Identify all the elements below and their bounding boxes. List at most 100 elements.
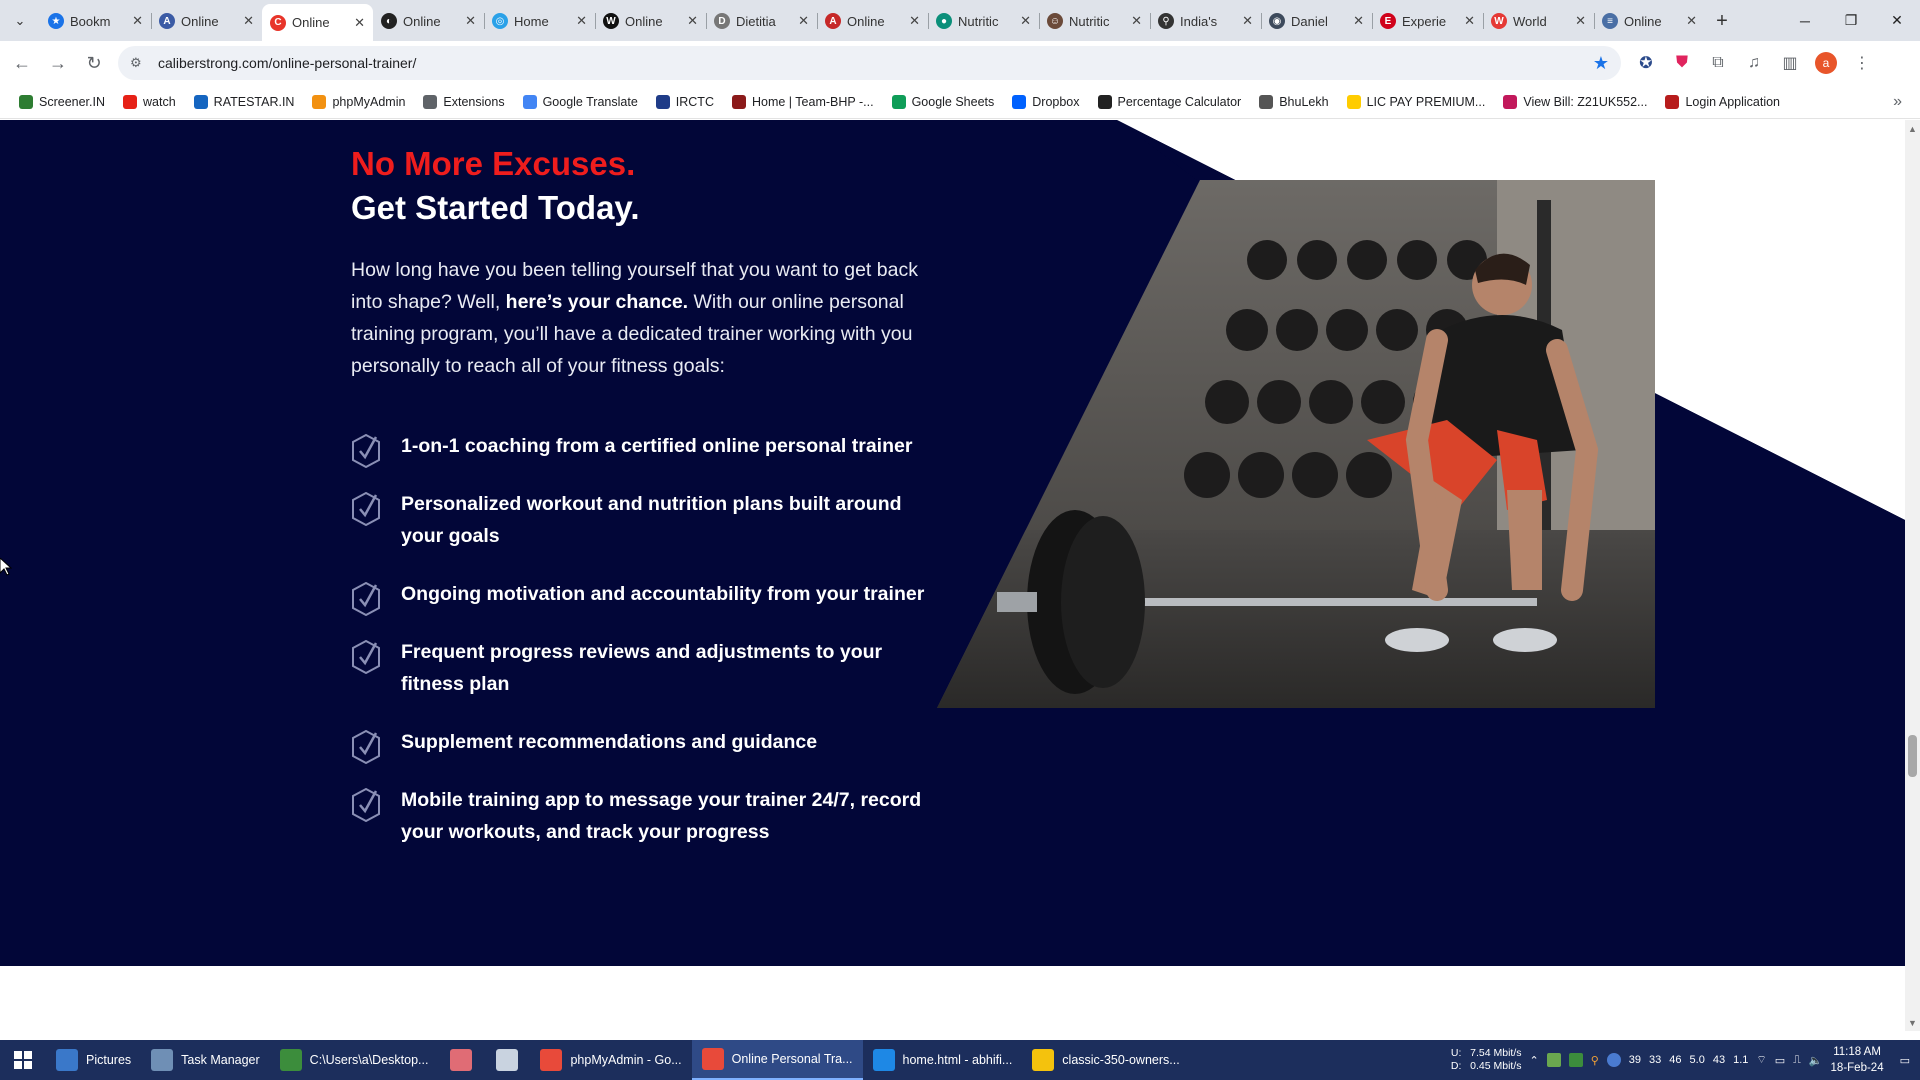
tab-close-icon[interactable]: ✕ — [687, 13, 698, 29]
bookmark-favicon-icon — [19, 94, 33, 109]
browser-tab[interactable]: W Online ✕ — [595, 4, 706, 38]
site-info-icon[interactable]: ⚙ — [130, 55, 152, 71]
headline-white: Get Started Today. — [351, 189, 640, 226]
tab-close-icon[interactable]: ✕ — [354, 15, 365, 31]
bookmark-item[interactable]: Home | Team-BHP -... — [723, 94, 883, 109]
restore-icon[interactable]: ❐ — [1828, 0, 1874, 41]
browser-tab[interactable]: W World ✕ — [1483, 4, 1594, 38]
bookmark-item[interactable]: Screener.IN — [10, 94, 114, 109]
browser-tab[interactable]: ◎ Home ✕ — [484, 4, 595, 38]
scroll-down-icon[interactable]: ▼ — [1905, 1014, 1920, 1031]
browser-tab[interactable]: ● Nutritic ✕ — [928, 4, 1039, 38]
notification-icon[interactable]: ▭ — [1900, 1054, 1910, 1067]
taskbar-app[interactable]: C:\Users\a\Desktop... — [270, 1040, 439, 1080]
tab-close-icon[interactable]: ✕ — [1020, 13, 1031, 29]
browser-tab[interactable]: ◉ Daniel ✕ — [1261, 4, 1372, 38]
tab-favicon-icon: E — [1380, 13, 1396, 29]
tab-close-icon[interactable]: ✕ — [1686, 13, 1697, 29]
tab-close-icon[interactable]: ✕ — [1242, 13, 1253, 29]
bookmark-favicon-icon — [312, 94, 327, 109]
windows-start-icon[interactable] — [0, 1040, 46, 1080]
bookmark-item[interactable]: Google Translate — [514, 94, 647, 109]
address-bar[interactable]: ⚙ caliberstrong.com/online-personal-trai… — [118, 46, 1621, 80]
browser-tab[interactable]: E Experie ✕ — [1372, 4, 1483, 38]
taskbar-app[interactable]: Pictures — [46, 1040, 141, 1080]
close-window-icon[interactable]: ✕ — [1874, 0, 1920, 41]
bookmark-item[interactable]: Percentage Calculator — [1089, 94, 1251, 109]
browser-tab[interactable]: C Online ✕ — [262, 4, 373, 41]
taskbar-app[interactable]: phpMyAdmin - Go... — [530, 1040, 691, 1080]
bookmark-item[interactable]: IRCTC — [647, 94, 723, 109]
tab-close-icon[interactable]: ✕ — [465, 13, 476, 29]
bookmark-item[interactable]: watch — [114, 94, 185, 109]
tab-search-icon[interactable]: ⌄ — [0, 0, 40, 41]
taskbar-app[interactable]: classic-350-owners... — [1022, 1040, 1189, 1080]
bookmark-item[interactable]: Google Sheets — [883, 94, 1004, 109]
browser-tab[interactable]: ◐ Online ✕ — [373, 4, 484, 38]
tray-app-icon[interactable] — [1546, 1053, 1561, 1067]
tab-close-icon[interactable]: ✕ — [132, 13, 143, 29]
bookmark-star-icon[interactable]: ★ — [1593, 53, 1609, 74]
bookmark-item[interactable]: phpMyAdmin — [303, 94, 414, 109]
media-icon[interactable]: ♫ — [1739, 48, 1769, 78]
bookmark-item[interactable]: Extensions — [414, 94, 513, 109]
more-bookmarks-icon[interactable]: » — [1893, 93, 1902, 111]
side-panel-icon[interactable]: ▥ — [1775, 48, 1805, 78]
bookmark-favicon-icon — [1259, 94, 1274, 109]
bookmark-item[interactable]: BhuLekh — [1250, 94, 1337, 109]
taskbar-app[interactable]: Task Manager — [141, 1040, 270, 1080]
url-text[interactable]: caliberstrong.com/online-personal-traine… — [158, 55, 1593, 71]
browser-tab[interactable]: ≡ Online ✕ — [1594, 4, 1705, 38]
browser-tab[interactable]: D Dietitia ✕ — [706, 4, 817, 38]
forward-icon[interactable]: → — [40, 45, 76, 81]
battery-icon[interactable]: ▭ — [1775, 1054, 1785, 1067]
scrollbar-thumb[interactable] — [1908, 735, 1917, 777]
reload-icon[interactable]: ↻ — [76, 45, 112, 81]
tab-close-icon[interactable]: ✕ — [1353, 13, 1364, 29]
bookmark-item[interactable]: Dropbox — [1003, 94, 1088, 109]
new-tab-button[interactable]: + — [1705, 4, 1739, 38]
tray-expand-icon[interactable]: ⌃ — [1530, 1054, 1539, 1067]
browser-tab[interactable]: A Online ✕ — [151, 4, 262, 38]
back-icon[interactable]: ← — [4, 45, 40, 81]
search-icon[interactable]: ⚲ — [1591, 1054, 1599, 1067]
globe-icon[interactable] — [1606, 1053, 1621, 1067]
bookmark-item[interactable]: LIC PAY PREMIUM... — [1338, 94, 1495, 109]
puzzle-icon[interactable]: ⧉ — [1703, 48, 1733, 78]
bookmark-item[interactable]: RATESTAR.IN — [185, 94, 304, 109]
browser-tab[interactable]: A Online ✕ — [817, 4, 928, 38]
menu-icon[interactable]: ⋮ — [1847, 48, 1877, 78]
tab-list: ★ Bookm ✕ A Online ✕ C Online ✕ ◐ Online ✕ ◎ Home ✕ W On… — [40, 4, 1705, 41]
tab-close-icon[interactable]: ✕ — [1131, 13, 1142, 29]
browser-tab[interactable]: ★ Bookm ✕ — [40, 4, 151, 38]
scroll-up-icon[interactable]: ▲ — [1905, 120, 1920, 137]
browser-tab[interactable]: ☺ Nutritic ✕ — [1039, 4, 1150, 38]
tab-close-icon[interactable]: ✕ — [909, 13, 920, 29]
profile-avatar[interactable]: a — [1811, 48, 1841, 78]
tray-app-icon[interactable] — [1568, 1053, 1583, 1067]
clock[interactable]: 11:18 AM 18-Feb-24 — [1831, 1044, 1884, 1076]
wifi-icon[interactable]: ⌔ — [1756, 1053, 1766, 1067]
tray-number: 1.1 — [1733, 1054, 1749, 1066]
bookmark-item[interactable]: Login Application — [1656, 94, 1789, 109]
taskbar-app[interactable] — [438, 1040, 484, 1080]
page-scrollbar[interactable]: ▲ ▼ — [1905, 120, 1920, 1031]
tab-close-icon[interactable]: ✕ — [798, 13, 809, 29]
shield-icon[interactable]: ⛊ — [1667, 48, 1697, 78]
tab-favicon-icon: W — [1491, 13, 1507, 29]
taskbar-app[interactable] — [484, 1040, 530, 1080]
tab-close-icon[interactable]: ✕ — [576, 13, 587, 29]
bookmark-label: IRCTC — [675, 94, 714, 109]
tab-close-icon[interactable]: ✕ — [243, 13, 254, 29]
minimize-icon[interactable]: ─ — [1782, 0, 1828, 41]
taskbar-app[interactable]: home.html - abhifi... — [863, 1040, 1023, 1080]
browser-tab[interactable]: ⚲ India's ✕ — [1150, 4, 1261, 38]
bookmark-item[interactable]: View Bill: Z21UK552... — [1494, 94, 1656, 109]
extension-icon[interactable]: ✪ — [1631, 48, 1661, 78]
tab-close-icon[interactable]: ✕ — [1464, 13, 1475, 29]
taskbar-app[interactable]: Online Personal Tra... — [691, 1040, 863, 1080]
tab-favicon-icon: ★ — [48, 13, 64, 29]
network-icon[interactable]: ⎍ — [1793, 1054, 1801, 1067]
volume-icon[interactable]: 🔈 — [1809, 1054, 1823, 1067]
tab-close-icon[interactable]: ✕ — [1575, 13, 1586, 29]
